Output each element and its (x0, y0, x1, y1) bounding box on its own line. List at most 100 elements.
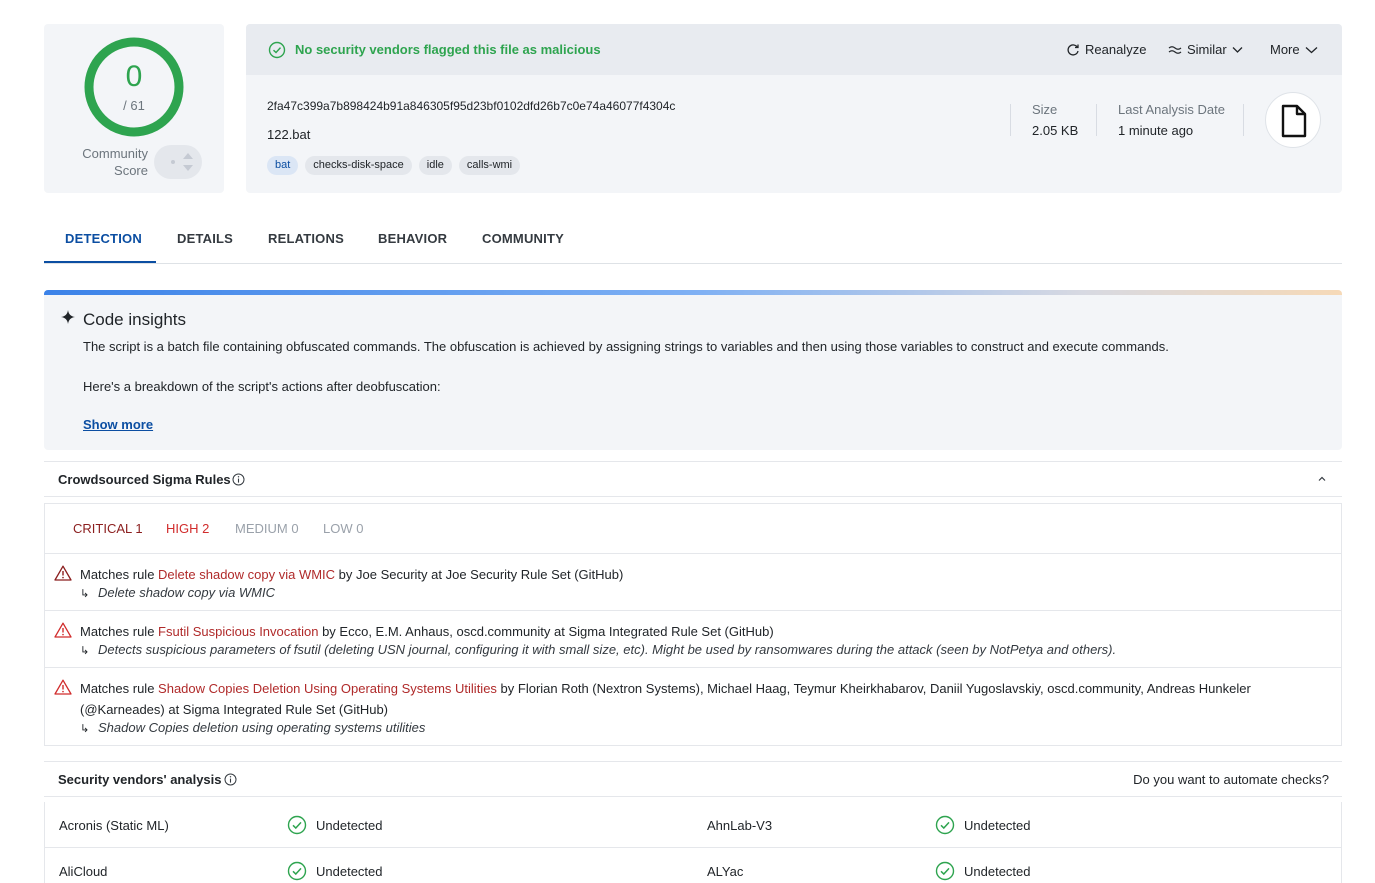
report-tabs: DETECTION DETAILS RELATIONS BEHAVIOR COM… (44, 222, 1342, 264)
rule-link[interactable]: Shadow Copies Deletion Using Operating S… (158, 681, 497, 696)
rule-suffix: by Joe Security at Joe Security Rule Set… (335, 567, 624, 582)
tag[interactable]: idle (418, 156, 452, 175)
vendor-status: Undetected (316, 818, 383, 833)
warning-icon (54, 679, 72, 695)
vendor-status: Undetected (316, 864, 383, 879)
rule-link[interactable]: Fsutil Suspicious Invocation (158, 624, 318, 639)
detection-score-card: 0 / 61 Community Score (44, 24, 224, 193)
size-label: Size (1032, 102, 1058, 117)
insights-paragraph: Here's a breakdown of the script's actio… (83, 379, 441, 394)
tab-relations[interactable]: RELATIONS (268, 231, 344, 246)
return-arrow-icon: ↳ (80, 645, 90, 657)
vendor-row: AliCloud Undetected ALYac Undetected (45, 848, 1341, 883)
severity-medium[interactable]: MEDIUM 0 (235, 521, 299, 536)
rule-description-text: Delete shadow copy via WMIC (98, 585, 276, 600)
rule-description-text: Detects suspicious parameters of fsutil … (98, 642, 1117, 657)
rule-description: ↳ Shadow Copies deletion using operating … (80, 720, 425, 735)
community-score-dot (171, 160, 175, 164)
check-circle-icon (287, 815, 307, 835)
sigma-rule-row: Matches rule Delete shadow copy via WMIC… (45, 554, 1341, 611)
tab-community[interactable]: COMMUNITY (482, 231, 564, 246)
chevron-up-icon[interactable] (1316, 474, 1328, 484)
upvote-icon[interactable] (183, 153, 193, 159)
show-more-link[interactable]: Show more (83, 417, 153, 432)
rule-text: Matches rule Fsutil Suspicious Invocatio… (80, 621, 1338, 642)
return-arrow-icon: ↳ (80, 723, 90, 735)
file-hash[interactable]: 2fa47c399a7b898424b91a846305f95d23bf0102… (267, 99, 675, 113)
detection-count: 0 (125, 60, 143, 93)
tag[interactable]: checks-disk-space (305, 156, 412, 175)
last-analysis-value: 1 minute ago (1118, 123, 1194, 138)
vendor-name: ALYac (707, 864, 744, 879)
vendor-status: Undetected (964, 818, 1031, 833)
sigma-rule-row: Matches rule Fsutil Suspicious Invocatio… (45, 611, 1341, 668)
similar-icon (1168, 45, 1182, 54)
rule-prefix: Matches rule (80, 681, 159, 696)
automate-checks-link[interactable]: Do you want to automate checks? (1133, 772, 1329, 787)
file-tags: bat checks-disk-space idle calls-wmi (267, 156, 521, 175)
similar-button[interactable]: Similar (1168, 42, 1243, 57)
sigma-rules-header[interactable]: Crowdsourced Sigma Rules (44, 461, 1342, 497)
sigma-rule-row: Matches rule Shadow Copies Deletion Usin… (45, 668, 1341, 745)
divider (1096, 104, 1097, 136)
tab-behavior[interactable]: BEHAVIOR (378, 231, 447, 246)
rule-description: ↳ Delete shadow copy via WMIC (80, 585, 275, 600)
rule-link[interactable]: Delete shadow copy via WMIC (158, 567, 335, 582)
verdict-banner: No security vendors flagged this file as… (246, 24, 1342, 75)
chevron-down-icon (1232, 46, 1243, 53)
tab-detection[interactable]: DETECTION (65, 231, 142, 246)
insights-gradient-bar (44, 290, 1342, 295)
check-circle-icon (935, 815, 955, 835)
divider (1243, 104, 1244, 136)
tab-details[interactable]: DETAILS (177, 231, 233, 246)
sigma-rules-title: Crowdsourced Sigma Rules (58, 472, 231, 487)
rule-prefix: Matches rule (80, 567, 159, 582)
more-label: More (1270, 42, 1300, 57)
warning-icon (54, 565, 72, 581)
vendors-title: Security vendors' analysis (58, 772, 222, 787)
check-circle-icon (268, 41, 286, 59)
downvote-icon[interactable] (183, 165, 193, 171)
severity-low[interactable]: LOW 0 (323, 521, 363, 536)
community-vote-control[interactable] (154, 145, 202, 179)
more-button[interactable]: More (1270, 42, 1318, 57)
severity-critical[interactable]: CRITICAL 1 (73, 521, 143, 536)
rule-prefix: Matches rule (80, 624, 159, 639)
active-tab-indicator (44, 261, 156, 263)
file-summary-card: No security vendors flagged this file as… (246, 24, 1342, 193)
rule-text: Matches rule Shadow Copies Deletion Usin… (80, 678, 1338, 720)
code-insights-panel: Code insights The script is a batch file… (44, 290, 1342, 450)
file-type-badge (1265, 92, 1321, 148)
info-icon[interactable] (232, 473, 245, 486)
tag[interactable]: calls-wmi (458, 156, 521, 175)
vendor-status: Undetected (964, 864, 1031, 879)
rule-suffix: by Ecco, E.M. Anhaus, oscd.community at … (318, 624, 774, 639)
refresh-icon (1067, 43, 1079, 56)
vendor-name: AliCloud (59, 864, 108, 879)
detection-total: / 61 (123, 98, 145, 113)
file-icon (1281, 104, 1307, 138)
check-circle-icon (287, 861, 307, 881)
severity-filter: CRITICAL 1 HIGH 2 MEDIUM 0 LOW 0 (45, 504, 1341, 554)
vendors-header: Security vendors' analysis Do you want t… (44, 761, 1342, 797)
file-name: 122.bat (267, 127, 311, 142)
community-score-label: Community Score (82, 146, 148, 178)
sigma-rules-list: CRITICAL 1 HIGH 2 MEDIUM 0 LOW 0 Matches… (44, 503, 1342, 746)
reanalyze-button[interactable]: Reanalyze (1066, 42, 1146, 57)
chevron-down-icon (1305, 46, 1318, 53)
rule-text: Matches rule Delete shadow copy via WMIC… (80, 564, 1338, 585)
tag[interactable]: bat (267, 156, 299, 175)
reanalyze-label: Reanalyze (1085, 42, 1147, 57)
info-icon[interactable] (224, 773, 237, 786)
sparkle-icon (61, 310, 75, 324)
divider (1010, 104, 1011, 136)
size-value: 2.05 KB (1032, 123, 1079, 138)
insights-title: Code insights (83, 310, 187, 329)
vendors-table: Acronis (Static ML) Undetected AhnLab-V3… (44, 802, 1342, 883)
vendor-name: Acronis (Static ML) (59, 818, 169, 833)
similar-label: Similar (1187, 42, 1227, 57)
warning-icon (54, 622, 72, 638)
severity-high[interactable]: HIGH 2 (166, 521, 209, 536)
vendor-name: AhnLab-V3 (707, 818, 773, 833)
vendor-row: Acronis (Static ML) Undetected AhnLab-V3… (45, 802, 1341, 848)
